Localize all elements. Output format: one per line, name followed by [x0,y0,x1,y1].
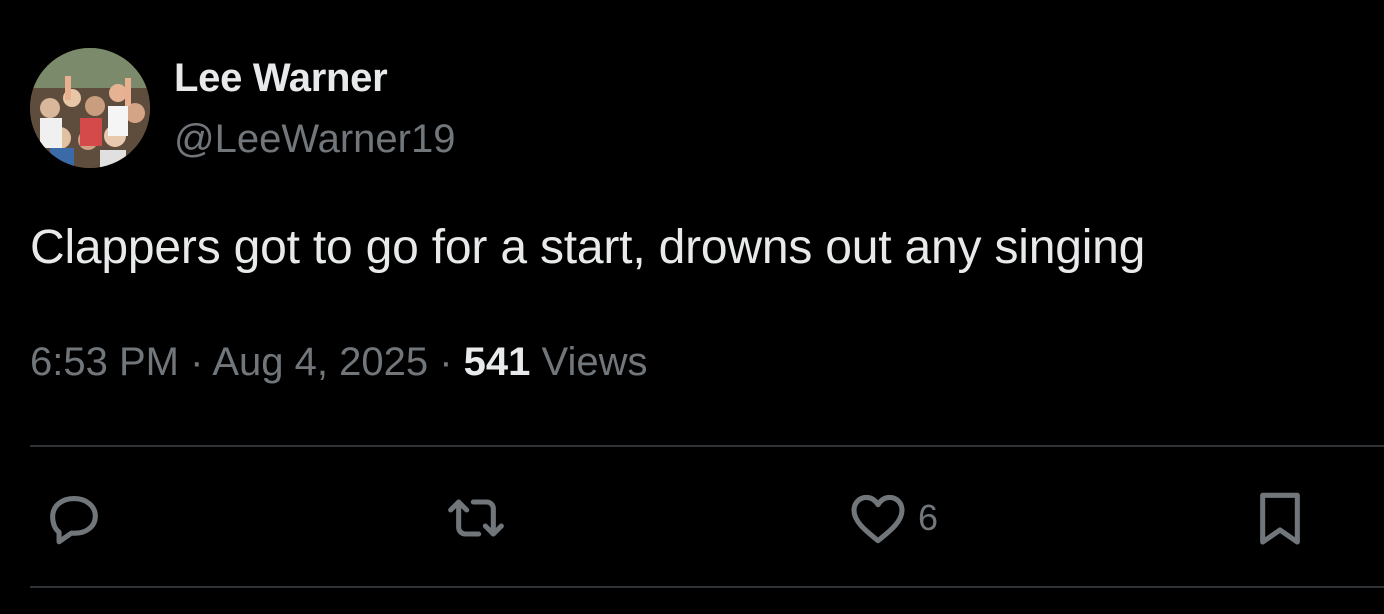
meta-separator: · [439,340,453,384]
display-name[interactable]: Lee Warner [174,56,388,101]
avatar[interactable] [30,48,150,168]
like-button[interactable]: 6 [846,486,938,550]
like-count: 6 [918,497,939,538]
tweet-text: Clappers got to go for a start, drowns o… [30,221,1146,274]
reply-icon [50,496,98,545]
retweet-button[interactable] [444,486,516,550]
tweet-meta: 6:53 PM · Aug 4, 2025 · 541 Views [30,340,648,385]
bookmark-icon [1260,492,1300,545]
heart-icon [851,494,905,544]
views-label: Views [541,340,648,384]
avatar-image [30,48,150,168]
divider [30,445,1384,447]
views-count: 541 [463,340,531,384]
tweet-card: Lee Warner @LeeWarner19 Clappers got to … [0,0,1384,614]
bookmark-button[interactable] [1248,486,1320,550]
reply-button[interactable] [42,486,114,550]
retweet-icon [448,499,504,537]
meta-separator: · [190,340,204,384]
user-handle[interactable]: @LeeWarner19 [174,117,455,162]
tweet-time[interactable]: 6:53 PM [30,340,179,384]
tweet-date[interactable]: Aug 4, 2025 [212,340,428,384]
divider [30,586,1384,588]
